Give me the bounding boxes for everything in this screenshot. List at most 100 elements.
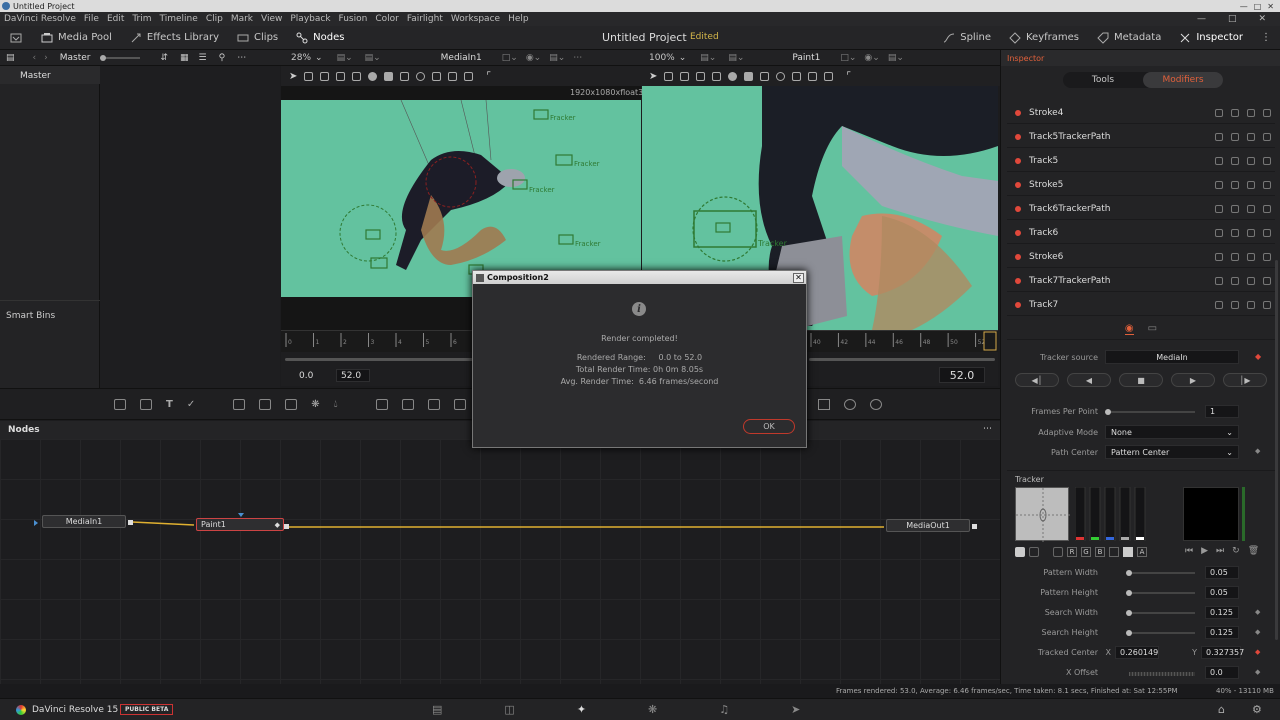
copy-icon[interactable] bbox=[1215, 204, 1223, 213]
copy-icon[interactable] bbox=[1215, 228, 1223, 237]
adaptive-mode-dropdown[interactable]: None ⌄ bbox=[1105, 425, 1239, 439]
bw-toggle-icon[interactable] bbox=[1029, 547, 1039, 557]
frames-per-point-field[interactable]: 1 bbox=[1205, 405, 1239, 418]
enable-dot-icon[interactable] bbox=[1015, 253, 1021, 260]
more-icon[interactable]: ⋯ bbox=[573, 53, 582, 63]
menu-item[interactable]: Trim bbox=[132, 14, 151, 24]
current-frame-field[interactable]: 52.0 bbox=[939, 367, 985, 383]
chevron-down-icon[interactable]: ⌄ bbox=[315, 53, 323, 63]
enable-dot-icon[interactable] bbox=[1015, 277, 1021, 284]
pattern-height-slider[interactable] bbox=[1129, 592, 1195, 594]
inspector-button[interactable]: Inspector bbox=[1170, 26, 1252, 49]
range-start-field[interactable]: 0.0 bbox=[295, 369, 327, 382]
enable-dot-icon[interactable] bbox=[1015, 181, 1021, 188]
channel-r-button[interactable]: R bbox=[1067, 547, 1077, 557]
spline-button[interactable]: Spline bbox=[934, 26, 1000, 49]
menu-item[interactable]: Fusion bbox=[339, 14, 368, 24]
modifier-row[interactable]: Track7TrackerPath bbox=[1007, 270, 1275, 292]
stroke-tool-icon[interactable] bbox=[336, 71, 346, 81]
menu-item[interactable]: DaVinci Resolve bbox=[4, 14, 76, 24]
copy-icon[interactable] bbox=[1215, 180, 1223, 189]
menu-item[interactable]: Clip bbox=[206, 14, 223, 24]
tracker-settings-icon[interactable]: ◉ bbox=[1124, 323, 1134, 335]
text-tool-icon[interactable]: T bbox=[166, 399, 173, 410]
lut-icon[interactable]: ▤⌄ bbox=[549, 53, 565, 63]
reset-icon[interactable] bbox=[1263, 300, 1271, 309]
pin-icon[interactable] bbox=[1231, 156, 1239, 165]
anchor-tool-icon[interactable]: ⌜ bbox=[846, 71, 851, 82]
pin-icon[interactable] bbox=[1231, 108, 1239, 117]
multistroke-tool-icon[interactable] bbox=[304, 71, 314, 81]
view-options-icon[interactable]: ▤⌄ bbox=[365, 53, 381, 63]
back-icon[interactable]: ‹ bbox=[33, 53, 37, 63]
maximize-icon[interactable]: □ bbox=[1228, 14, 1237, 24]
eraser-tool-icon[interactable] bbox=[400, 71, 410, 81]
multistroke-tool-icon[interactable] bbox=[664, 71, 674, 81]
rgb-toggle-icon[interactable] bbox=[1053, 547, 1063, 557]
color-page-icon[interactable]: ❋ bbox=[648, 703, 657, 716]
maximize-icon[interactable]: □ bbox=[1254, 2, 1262, 11]
reset-icon[interactable] bbox=[1263, 204, 1271, 213]
track-forward-button[interactable]: ▶ bbox=[1171, 373, 1215, 387]
wipe-tool-icon[interactable] bbox=[432, 71, 442, 81]
lock-icon[interactable] bbox=[1247, 156, 1255, 165]
pin-icon[interactable] bbox=[1231, 300, 1239, 309]
lock-icon[interactable] bbox=[1247, 276, 1255, 285]
reset-icon[interactable] bbox=[1263, 252, 1271, 261]
transform-tool-icon[interactable] bbox=[448, 71, 458, 81]
lock-icon[interactable] bbox=[1247, 252, 1255, 261]
metadata-button[interactable]: Metadata bbox=[1088, 26, 1170, 49]
home-icon[interactable]: ⌂ bbox=[1218, 703, 1225, 716]
reset-icon[interactable] bbox=[1263, 108, 1271, 117]
node-mediain[interactable]: MediaIn1 bbox=[42, 515, 126, 528]
transform-node-icon[interactable] bbox=[401, 399, 414, 410]
track-reverse-button[interactable]: ◀ bbox=[1067, 373, 1111, 387]
pin-icon[interactable] bbox=[1231, 252, 1239, 261]
wipe-tool-icon[interactable] bbox=[792, 71, 802, 81]
particle-tool-icon[interactable]: ❋ bbox=[311, 399, 319, 410]
viewer2-scrollbar[interactable] bbox=[809, 358, 995, 361]
clips-button[interactable]: Clips bbox=[228, 26, 287, 49]
eraser-tool-icon[interactable] bbox=[760, 71, 770, 81]
grid-view-icon[interactable]: ▦ bbox=[180, 53, 189, 63]
panel-toggle-button[interactable] bbox=[0, 26, 32, 49]
next-frame-icon[interactable]: ⏭︎ bbox=[1216, 546, 1224, 556]
pin-icon[interactable] bbox=[1231, 204, 1239, 213]
tab-modifiers[interactable]: Modifiers bbox=[1143, 72, 1223, 88]
bspline-tool-icon[interactable] bbox=[259, 399, 272, 410]
track-forward-from-start-button[interactable]: │▶ bbox=[1223, 373, 1267, 387]
lock-icon[interactable] bbox=[1247, 204, 1255, 213]
circle-tool-icon[interactable] bbox=[368, 71, 378, 81]
pin-icon[interactable] bbox=[1231, 132, 1239, 141]
keyframes-button[interactable]: Keyframes bbox=[1000, 26, 1088, 49]
more-icon[interactable]: ⋯ bbox=[983, 424, 992, 434]
merge-tool-icon[interactable] bbox=[285, 399, 298, 410]
frames-per-point-knob[interactable] bbox=[1105, 409, 1111, 415]
copy-icon[interactable] bbox=[1215, 252, 1223, 261]
pin-icon[interactable] bbox=[1231, 228, 1239, 237]
tab-tools[interactable]: Tools bbox=[1063, 72, 1143, 88]
path-center-dropdown[interactable]: Pattern Center ⌄ bbox=[1105, 445, 1239, 459]
fill-tool-icon[interactable] bbox=[776, 71, 786, 81]
search-width-slider[interactable] bbox=[1129, 612, 1195, 614]
menu-item[interactable]: Workspace bbox=[451, 14, 500, 24]
layout-icon[interactable]: ▤⌄ bbox=[700, 53, 716, 63]
tracker-source-dropdown[interactable]: MediaIn bbox=[1105, 350, 1239, 364]
sort-icon[interactable]: ⇵ bbox=[160, 53, 168, 63]
search-icon[interactable]: ⚲ bbox=[219, 53, 226, 63]
node-graph[interactable]: MediaIn1 Paint1 ◆ MediaOut1 bbox=[0, 439, 1000, 684]
reset-icon[interactable] bbox=[1263, 132, 1271, 141]
media-page-icon[interactable]: ▤ bbox=[432, 703, 442, 716]
menu-item[interactable]: Fairlight bbox=[407, 14, 443, 24]
edit-page-icon[interactable]: ◫ bbox=[504, 703, 514, 716]
enable-dot-icon[interactable] bbox=[1015, 109, 1021, 116]
list-icon[interactable]: ☰ bbox=[199, 53, 207, 63]
roi-icon[interactable]: □⌄ bbox=[840, 53, 856, 63]
media-pool-button[interactable]: Media Pool bbox=[32, 26, 121, 49]
modifier-row[interactable]: Track5 bbox=[1007, 150, 1275, 172]
pattern-width-slider[interactable] bbox=[1129, 572, 1195, 574]
ok-button[interactable]: OK bbox=[743, 419, 795, 434]
node-mediaout[interactable]: MediaOut1 bbox=[886, 519, 970, 532]
reset-icon[interactable] bbox=[1263, 276, 1271, 285]
enable-dot-icon[interactable] bbox=[1015, 133, 1021, 140]
